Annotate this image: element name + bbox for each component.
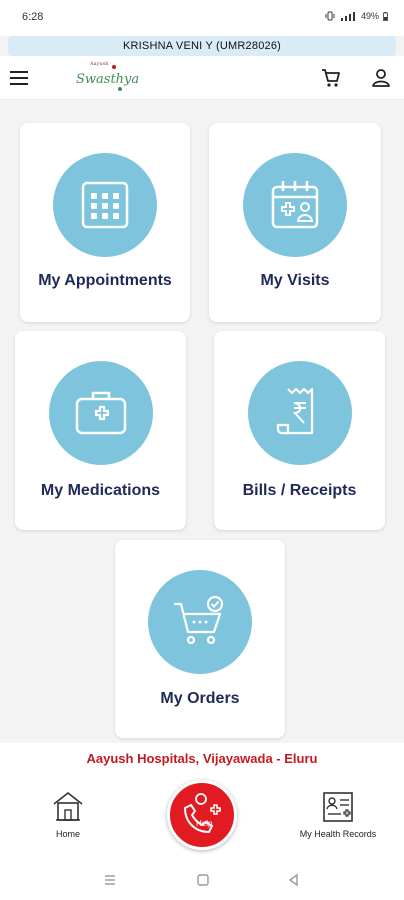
cart-icon	[322, 69, 340, 87]
orders-circle	[148, 570, 252, 674]
medications-circle	[48, 361, 153, 465]
battery-icon	[383, 11, 388, 21]
user-icon	[372, 69, 390, 87]
card-my-appointments[interactable]: My Appointments	[20, 123, 190, 322]
phone-help-icon	[183, 793, 221, 834]
back-icon[interactable]	[287, 873, 301, 887]
medical-kit-icon	[75, 391, 126, 435]
vibrate-icon	[325, 11, 335, 21]
card-my-medications[interactable]: My Medications	[15, 331, 186, 530]
battery-level: 49%	[360, 11, 379, 21]
nav-records-label: My Health Records	[299, 829, 377, 839]
card-label-appointments: My Appointments	[38, 272, 172, 289]
app-logo: Aayush Swasthya	[72, 60, 139, 96]
app-header: Aayush Swasthya	[0, 56, 404, 100]
rupee-receipt-icon	[276, 387, 313, 435]
logo-brand-text: Swasthya	[76, 72, 140, 87]
menu-button[interactable]	[10, 68, 30, 88]
menu-icon-line	[10, 83, 28, 85]
visits-circle	[243, 153, 347, 257]
card-my-visits[interactable]: My Visits	[209, 123, 381, 322]
calendar-grid-icon	[81, 181, 129, 229]
logo-dot	[112, 65, 116, 69]
calendar-medical-icon	[271, 181, 319, 229]
card-my-orders[interactable]: My Orders	[115, 540, 285, 738]
nav-home-label: Home	[55, 829, 80, 839]
profile-button[interactable]	[370, 67, 392, 89]
appointments-circle	[53, 153, 157, 257]
bills-circle	[247, 361, 352, 465]
card-label-medications: My Medications	[40, 482, 161, 499]
card-bills-receipts[interactable]: Bills / Receipts	[214, 331, 385, 530]
status-icons: 49%	[325, 11, 388, 21]
nav-health-records[interactable]: My Health Records	[292, 790, 384, 839]
menu-icon	[10, 71, 28, 73]
menu-icon-line	[10, 77, 28, 79]
card-label-orders: My Orders	[160, 690, 240, 707]
home-system-icon[interactable]	[196, 873, 210, 887]
status-time: 6:28	[22, 11, 44, 23]
logo-dot	[118, 87, 122, 91]
signal-icon	[340, 12, 355, 21]
recent-apps-icon[interactable]	[103, 873, 117, 887]
help-label: Help	[196, 819, 213, 828]
card-label-visits: My Visits	[260, 272, 330, 289]
hospital-name: Aayush Hospitals, Vijayawada - Eluru	[86, 751, 318, 766]
home-icon	[53, 791, 83, 821]
status-bar: 6:28 49%	[0, 0, 404, 36]
system-nav-bar	[0, 862, 404, 900]
patient-banner: KRISHNA VENI Y (UMR28026)	[8, 36, 396, 56]
help-button[interactable]: Help	[167, 780, 237, 850]
logo-small-text: Aayush	[90, 61, 109, 67]
card-label-bills: Bills / Receipts	[242, 482, 357, 499]
shopping-cart-check-icon	[174, 595, 224, 645]
nav-home[interactable]: Home	[44, 790, 92, 839]
cart-button[interactable]	[320, 67, 342, 89]
health-records-icon	[323, 792, 353, 822]
